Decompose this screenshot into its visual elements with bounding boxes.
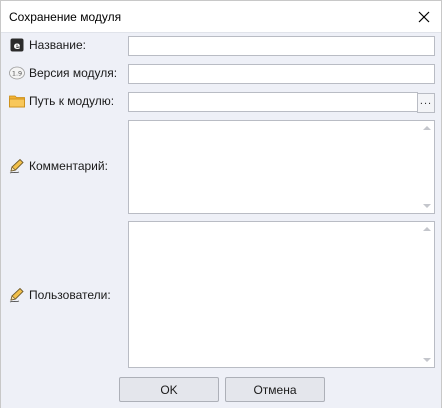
name-badge-icon: e <box>9 37 25 53</box>
comment-scrollbar[interactable] <box>420 121 434 213</box>
edit-pencil-icon <box>9 158 25 174</box>
dialog-title: Сохранение модуля <box>9 10 122 24</box>
title-bar: Сохранение модуля <box>1 1 441 32</box>
svg-text:e: e <box>14 41 21 52</box>
version-label: Версия модуля: <box>29 66 118 80</box>
close-icon <box>418 11 430 22</box>
comment-label: Комментарий: <box>29 159 108 173</box>
comment-memo[interactable] <box>128 120 435 214</box>
name-row-label: e Название: <box>9 37 86 53</box>
name-field[interactable] <box>128 36 435 56</box>
name-label: Название: <box>29 38 86 52</box>
edit-pencil-icon <box>9 287 25 303</box>
users-row-label: Пользователи: <box>9 287 111 303</box>
users-label: Пользователи: <box>29 288 111 302</box>
path-row-label: Путь к модулю: <box>9 93 114 109</box>
scroll-up-arrow-icon[interactable] <box>423 126 431 130</box>
save-module-dialog: Сохранение модуля e Название: 1.9 Версия… <box>0 0 442 408</box>
scroll-up-arrow-icon[interactable] <box>423 227 431 231</box>
comment-row-label: Комментарий: <box>9 158 108 174</box>
ok-button[interactable]: OK <box>119 377 219 402</box>
version-row-label: 1.9 Версия модуля: <box>9 65 117 81</box>
scroll-down-arrow-icon[interactable] <box>423 358 431 362</box>
dialog-body: e Название: 1.9 Версия модуля: Путь к мо… <box>1 32 441 408</box>
svg-text:1.9: 1.9 <box>12 70 22 78</box>
users-scrollbar[interactable] <box>420 222 434 367</box>
folder-icon <box>9 93 25 109</box>
version-badge-icon: 1.9 <box>9 65 25 81</box>
users-memo[interactable] <box>128 221 435 368</box>
path-field[interactable] <box>128 92 418 112</box>
close-button[interactable] <box>407 1 441 32</box>
version-field[interactable] <box>128 64 435 84</box>
path-label: Путь к модулю: <box>29 94 115 108</box>
cancel-button[interactable]: Отмена <box>225 377 325 402</box>
browse-button[interactable]: ... <box>417 93 435 113</box>
scroll-down-arrow-icon[interactable] <box>423 204 431 208</box>
